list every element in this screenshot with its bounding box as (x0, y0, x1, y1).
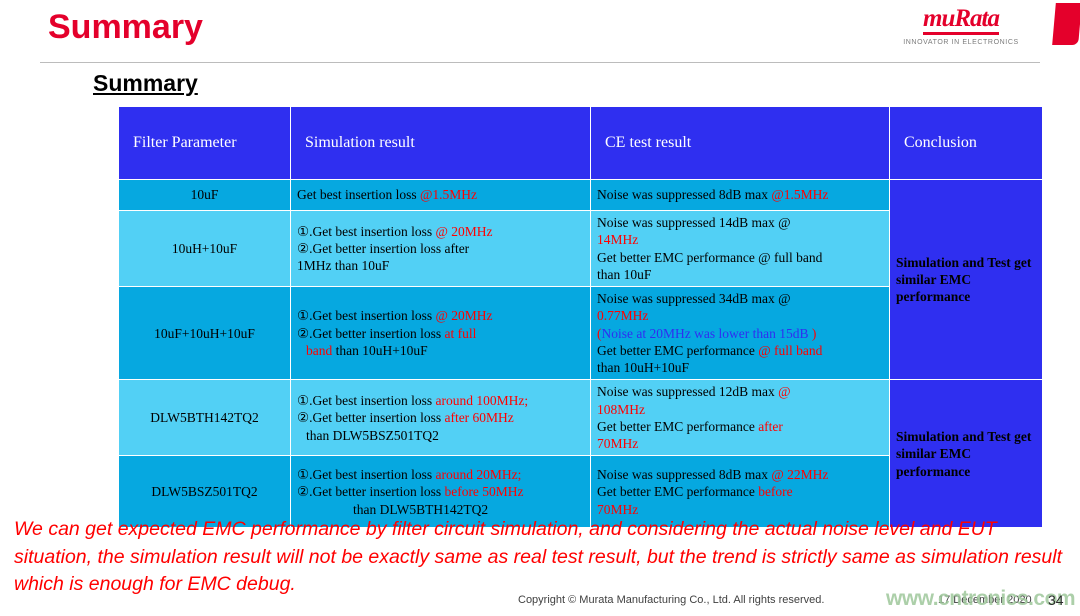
cell-ce-test-result: Noise was suppressed 12dB max @ 108MHz G… (590, 379, 890, 457)
sim-highlight: @ 20MHz (435, 223, 493, 239)
section-heading: Summary (93, 70, 198, 96)
page-number: 34 (1048, 592, 1064, 608)
slide-footer: Copyright © Murata Manufacturing Co., Lt… (0, 587, 1080, 616)
ce-line-1: Noise was suppressed 34dB max @ (597, 291, 791, 307)
sim-text: ②.Get better insertion loss (297, 325, 445, 341)
ce-line-2: Get better EMC performance before (597, 483, 883, 500)
sim-highlight: before 50MHz (444, 484, 524, 500)
ce-line-5: than 10uH+10uF (597, 360, 689, 376)
cell-ce-test-result: Noise was suppressed 34dB max @ 0.77MHz … (590, 286, 890, 381)
cell-filter-parameter: 10uF (118, 179, 291, 211)
table-row: 10uF Get best insertion loss @1.5MHz Noi… (118, 178, 1043, 381)
cell-filter-parameter: 10uH+10uF (118, 209, 291, 288)
ce-line-2: 108MHz (597, 401, 645, 417)
sim-line-2: ②.Get better insertion loss after 60MHz (297, 409, 584, 426)
sim-line-1: ①.Get best insertion loss around 100MHz; (297, 392, 584, 409)
sim-line-3: than DLW5BSZ501TQ2 (306, 427, 439, 443)
cell-simulation-result: Get best insertion loss @1.5MHz (290, 179, 591, 211)
cell-ce-test-result: Noise was suppressed 14dB max @ 14MHz Ge… (590, 209, 890, 288)
sim-line-2: ②.Get better insertion loss at full (297, 325, 584, 342)
ce-paren-close: ) (808, 325, 817, 341)
sim-text: ②.Get better insertion loss (297, 410, 445, 426)
sim-highlight: around 100MHz; (435, 393, 529, 409)
ce-line-1: Noise was suppressed 12dB max @ (597, 383, 883, 400)
ce-line-1: Noise was suppressed 8dB max @ 22MHz (597, 466, 883, 483)
ce-line-2: 14MHz (597, 232, 639, 248)
summary-table: Filter Parameter Simulation result CE te… (118, 106, 1043, 529)
page-title: Summary (48, 8, 203, 46)
column-header-filter-parameter: Filter Parameter (118, 106, 291, 180)
ce-line-4: Get better EMC performance @ full band (597, 342, 883, 359)
table-header-row: Filter Parameter Simulation result CE te… (118, 106, 1043, 180)
sim-highlight: at full (444, 325, 477, 341)
sim-text: ①.Get best insertion loss (297, 467, 436, 483)
ce-text: Get better EMC performance (597, 484, 759, 500)
ce-highlight: before (758, 484, 793, 500)
murata-flag-icon (1052, 3, 1080, 45)
ce-text: Get better EMC performance (597, 418, 759, 434)
header-divider (40, 62, 1040, 63)
sim-text: ①.Get best insertion loss (297, 308, 436, 324)
sim-highlight: after 60MHz (444, 410, 514, 426)
ce-line-4: than 10uF (597, 266, 652, 282)
ce-text: Noise was suppressed 8dB max (597, 187, 772, 203)
column-header-simulation-result: Simulation result (290, 106, 591, 180)
ce-highlight: @ (778, 384, 791, 400)
column-header-ce-test-result: CE test result (590, 106, 890, 180)
column-header-conclusion: Conclusion (889, 106, 1043, 180)
cell-conclusion: Simulation and Test get similar EMC perf… (889, 178, 1043, 381)
cell-simulation-result: ①.Get best insertion loss around 100MHz;… (290, 379, 591, 457)
cell-simulation-result: ①.Get best insertion loss @ 20MHz ②.Get … (290, 286, 591, 381)
ce-line-3: Get better EMC performance after (597, 418, 883, 435)
ce-highlight: @ 22MHz (771, 467, 829, 483)
sim-line-3: 1MHz than 10uF (297, 258, 390, 274)
sim-highlight: around 20MHz; (435, 467, 522, 483)
ce-highlight: @1.5MHz (771, 187, 829, 203)
sim-line-2: ②.Get better insertion loss after (297, 240, 470, 256)
ce-line-1: Noise was suppressed 14dB max @ (597, 215, 791, 230)
ce-line-2: 0.77MHz (597, 308, 649, 324)
table-row: DLW5BTH142TQ2 ①.Get best insertion loss … (118, 379, 1043, 529)
slide-canvas: Summary muRata INNOVATOR IN ELECTRONICS … (0, 0, 1080, 616)
cell-filter-parameter: DLW5BTH142TQ2 (118, 379, 291, 457)
sim-text: ①.Get best insertion loss (297, 393, 436, 409)
sim-line-2: ②.Get better insertion loss before 50MHz (297, 483, 584, 500)
ce-line-1: Noise was suppressed 8dB max @1.5MHz (597, 186, 883, 203)
ce-highlight: @ full band (758, 342, 823, 358)
sim-highlight: band (306, 342, 333, 358)
murata-tagline: INNOVATOR IN ELECTRONICS (903, 39, 1019, 46)
sim-text: ①.Get best insertion loss (297, 223, 436, 239)
ce-text: Get better EMC performance (597, 342, 759, 358)
copyright-text: Copyright © Murata Manufacturing Co., Lt… (518, 594, 825, 606)
ce-line-3: Get better EMC performance @ full band (597, 249, 823, 265)
cell-conclusion: Simulation and Test get similar EMC perf… (889, 379, 1043, 529)
murata-wordmark-icon: muRata (923, 6, 1000, 35)
watermark: www.cntronics.com (886, 587, 1076, 610)
sim-highlight: @ 20MHz (435, 308, 493, 324)
sim-text: ②.Get better insertion loss (297, 484, 445, 500)
sim-highlight: @1.5MHz (420, 187, 478, 203)
cell-filter-parameter: 10uF+10uH+10uF (118, 286, 291, 381)
ce-highlight: after (758, 418, 783, 434)
cell-simulation-result: ①.Get best insertion loss @ 20MHz ②.Get … (290, 209, 591, 288)
ce-line-3: (Noise at 20MHz was lower than 15dB ) (597, 325, 883, 342)
sim-line-1: ①.Get best insertion loss @ 20MHz (297, 223, 584, 240)
ce-text: Noise was suppressed 12dB max (597, 384, 779, 400)
sim-line-1: ①.Get best insertion loss @ 20MHz (297, 307, 584, 324)
ce-note: Noise at 20MHz was lower than 15dB (601, 325, 809, 341)
sim-text: than 10uH+10uF (332, 342, 428, 358)
ce-text: Noise was suppressed 8dB max (597, 467, 772, 483)
ce-line-4: 70MHz (597, 436, 639, 452)
cell-ce-test-result: Noise was suppressed 8dB max @1.5MHz (590, 179, 890, 211)
sim-line-1: Get best insertion loss @1.5MHz (297, 186, 584, 203)
sim-line-1: ①.Get best insertion loss around 20MHz; (297, 466, 584, 483)
sim-text: Get best insertion loss (297, 187, 420, 203)
murata-logo: muRata INNOVATOR IN ELECTRONICS (886, 6, 1036, 46)
sim-line-3: band than 10uH+10uF (297, 342, 584, 359)
